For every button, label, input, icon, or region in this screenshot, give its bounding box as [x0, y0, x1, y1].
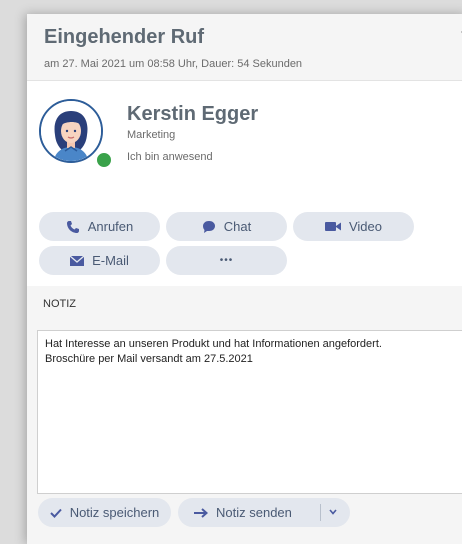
call-detail-panel: Eingehender Ruf am 27. Mai 2021 um 08:58…	[27, 14, 462, 544]
send-note-label: Notiz senden	[216, 505, 292, 520]
call-header: Eingehender Ruf am 27. Mai 2021 um 08:58…	[27, 14, 462, 81]
contact-department: Marketing	[127, 129, 176, 141]
send-note-button[interactable]: Notiz senden	[178, 498, 350, 527]
contact-card: Kerstin Egger Marketing Ich bin anwesend…	[27, 81, 462, 286]
call-button[interactable]: Anrufen	[39, 212, 160, 241]
more-button[interactable]: •••	[166, 246, 287, 275]
tab-note[interactable]: NOTIZ	[37, 286, 82, 324]
tab-bar: NOTIZ	[27, 286, 462, 324]
checkmark-icon	[49, 508, 62, 518]
email-button[interactable]: E-Mail	[39, 246, 160, 275]
save-note-label: Notiz speichern	[69, 505, 160, 520]
video-camera-icon	[324, 221, 341, 232]
video-button[interactable]: Video	[293, 212, 414, 241]
email-label: E-Mail	[92, 253, 129, 268]
avatar-illustration-icon	[41, 101, 101, 161]
notes-section: Hat Interesse an unseren Produkt und hat…	[27, 322, 462, 494]
save-note-button[interactable]: Notiz speichern	[38, 498, 171, 527]
chat-button[interactable]: Chat	[166, 212, 287, 241]
split-divider	[320, 504, 321, 521]
phone-icon	[66, 220, 80, 234]
contact-name: Kerstin Egger	[127, 103, 259, 125]
arrow-right-icon	[194, 507, 208, 518]
presence-indicator	[95, 151, 113, 169]
call-title: Eingehender Ruf	[44, 26, 205, 48]
call-subtitle: am 27. Mai 2021 um 08:58 Uhr, Dauer: 54 …	[44, 58, 303, 70]
avatar	[39, 99, 103, 163]
contact-status: Ich bin anwesend	[127, 151, 213, 163]
chat-label: Chat	[223, 219, 252, 234]
note-textarea[interactable]: Hat Interesse an unseren Produkt und hat…	[37, 330, 462, 494]
chat-bubble-icon	[202, 220, 216, 233]
call-label: Anrufen	[87, 219, 134, 234]
video-label: Video	[348, 219, 382, 234]
more-icon: •••	[219, 255, 234, 266]
envelope-icon	[70, 255, 85, 266]
chevron-down-icon[interactable]	[328, 507, 338, 517]
note-footer: Notiz speichern Notiz senden	[27, 494, 462, 544]
